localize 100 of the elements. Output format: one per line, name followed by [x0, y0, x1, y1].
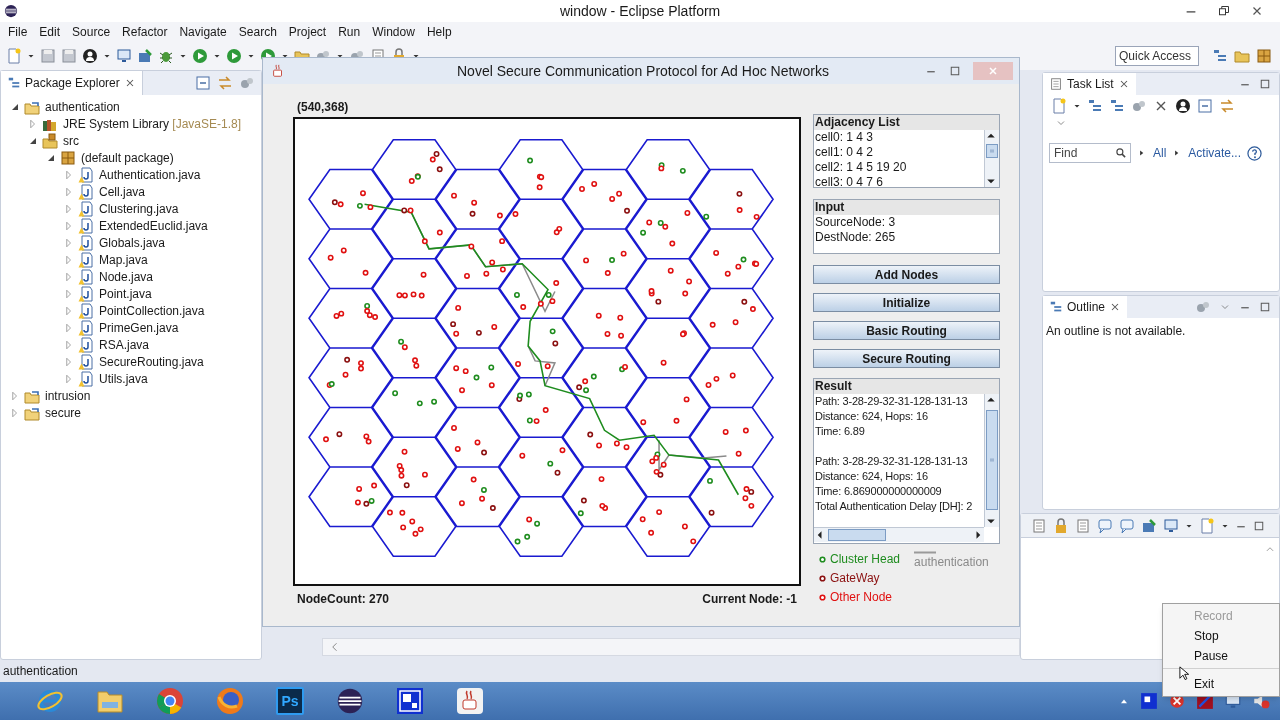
- folder-icon[interactable]: [1234, 48, 1250, 64]
- tree-item[interactable]: PrimeGen.java: [99, 318, 179, 337]
- package-explorer-tab[interactable]: Package Explorer: [1, 71, 143, 95]
- browser-icon[interactable]: [156, 687, 184, 715]
- tree-item[interactable]: (default package): [81, 148, 174, 167]
- tree-item[interactable]: Authentication.java: [99, 165, 201, 184]
- caret-icon[interactable]: [213, 52, 221, 60]
- tree-item[interactable]: Globals.java: [99, 233, 166, 252]
- caret-icon[interactable]: [103, 52, 111, 60]
- menu-item[interactable]: Window: [366, 23, 421, 41]
- caret-icon[interactable]: [281, 52, 289, 60]
- tree-item[interactable]: authentication: [45, 97, 120, 116]
- scheduled-icon[interactable]: [1109, 98, 1125, 114]
- tree-item[interactable]: RSA.java: [99, 335, 150, 354]
- maximize-icon[interactable]: [949, 65, 961, 77]
- tree-item[interactable]: PointCollection.java: [99, 301, 205, 320]
- action-button[interactable]: Add Nodes: [813, 265, 1000, 284]
- caret-icon[interactable]: [412, 52, 420, 60]
- person-icon[interactable]: [82, 48, 98, 64]
- scroll-thumb[interactable]: [986, 410, 998, 510]
- run-icon[interactable]: [192, 48, 208, 64]
- menu-item[interactable]: Project: [282, 23, 333, 41]
- tree-item[interactable]: ExtendedEuclid.java: [99, 216, 208, 235]
- browser-icon[interactable]: [36, 687, 64, 715]
- help-icon[interactable]: [1247, 145, 1263, 161]
- menu-item[interactable]: Help: [420, 23, 458, 41]
- menu-item[interactable]: Refactor: [116, 23, 174, 41]
- caret-icon[interactable]: [336, 52, 344, 60]
- task-list-tab[interactable]: Task List: [1043, 73, 1136, 95]
- menu-item[interactable]: Search: [232, 23, 283, 41]
- menu-item[interactable]: Source: [66, 23, 117, 41]
- tree-item[interactable]: Clustering.java: [99, 199, 179, 218]
- tree-item[interactable]: src: [63, 131, 79, 150]
- filter-link[interactable]: All: [1153, 144, 1167, 162]
- tree-item[interactable]: Utils.java: [99, 369, 148, 388]
- run-icon[interactable]: [226, 48, 242, 64]
- horizontal-scrollbar[interactable]: [814, 527, 984, 542]
- categorized-icon[interactable]: [1087, 98, 1103, 114]
- caret-icon[interactable]: [1073, 102, 1081, 110]
- document-icon[interactable]: [1031, 517, 1047, 534]
- lock-icon[interactable]: [1053, 517, 1069, 534]
- square-icon[interactable]: [1140, 692, 1158, 710]
- folder-icon[interactable]: [96, 688, 124, 714]
- striped-circle-icon[interactable]: [336, 687, 364, 715]
- browser-icon[interactable]: [216, 687, 244, 715]
- scroll-thumb[interactable]: [828, 529, 886, 541]
- vertical-scrollbar[interactable]: [984, 130, 999, 187]
- chat-icon[interactable]: [1097, 517, 1113, 534]
- sync-icon[interactable]: [217, 75, 233, 91]
- quick-access-field[interactable]: Quick Access: [1115, 46, 1199, 66]
- maximize-icon[interactable]: [1259, 78, 1271, 90]
- monitor-icon[interactable]: [116, 48, 132, 64]
- tree-item[interactable]: Node.java: [99, 267, 154, 286]
- find-field[interactable]: Find: [1049, 143, 1131, 163]
- action-button[interactable]: Secure Routing: [813, 349, 1000, 368]
- tree-item[interactable]: secure: [45, 403, 82, 422]
- menu-item[interactable]: Edit: [33, 23, 67, 41]
- network-map-drawing[interactable]: [293, 117, 801, 586]
- gear-icon[interactable]: [1131, 98, 1147, 114]
- app-icon[interactable]: Ps: [276, 687, 304, 715]
- menu-item[interactable]: Pause: [1163, 646, 1279, 666]
- menu-item[interactable]: File: [2, 23, 34, 41]
- package-icon[interactable]: [1256, 48, 1272, 64]
- collapse-icon[interactable]: [195, 75, 211, 91]
- vertical-scrollbar[interactable]: [984, 394, 999, 527]
- tree-item[interactable]: JRE System Library [JavaSE-1.8]: [63, 114, 242, 133]
- maximize-icon[interactable]: [1259, 301, 1271, 313]
- scroll-thumb[interactable]: [986, 144, 998, 158]
- maximize-icon[interactable]: [1253, 519, 1265, 532]
- chat-icon[interactable]: [1119, 517, 1135, 534]
- tree-item[interactable]: Point.java: [99, 284, 152, 303]
- collapse-icon[interactable]: [1197, 98, 1213, 114]
- document-icon[interactable]: [1075, 517, 1091, 534]
- person-icon[interactable]: [1175, 98, 1191, 114]
- action-button[interactable]: Initialize: [813, 293, 1000, 312]
- legend-label: Cluster Head: [830, 551, 901, 568]
- menu-item[interactable]: Stop: [1163, 626, 1279, 646]
- caret-icon[interactable]: [179, 52, 187, 60]
- save-icon[interactable]: [40, 48, 56, 64]
- square-icon[interactable]: [396, 687, 424, 715]
- caret-icon[interactable]: [247, 52, 255, 60]
- coffee-cup-icon[interactable]: [456, 687, 484, 715]
- gear-icon[interactable]: [1195, 299, 1211, 315]
- sync-icon[interactable]: [1219, 98, 1235, 114]
- action-button[interactable]: Basic Routing: [813, 321, 1000, 340]
- restore-icon[interactable]: [1218, 5, 1230, 17]
- tree-item[interactable]: Map.java: [99, 250, 148, 269]
- monitor-icon[interactable]: [1163, 517, 1179, 534]
- gear-icon[interactable]: [239, 75, 255, 91]
- caret-icon[interactable]: [27, 52, 35, 60]
- filter-link[interactable]: Activate...: [1188, 144, 1242, 162]
- outline-message: An outline is not available.: [1045, 323, 1187, 340]
- tree-item[interactable]: SecureRouting.java: [99, 352, 204, 371]
- menu-item[interactable]: Navigate: [173, 23, 233, 41]
- save-all-icon[interactable]: [61, 48, 77, 64]
- java-file-icon: [78, 217, 94, 234]
- outline-tab[interactable]: Outline: [1043, 296, 1128, 318]
- tree-item[interactable]: Cell.java: [99, 182, 146, 201]
- menu-item[interactable]: Run: [332, 23, 367, 41]
- tree-item[interactable]: intrusion: [45, 386, 91, 405]
